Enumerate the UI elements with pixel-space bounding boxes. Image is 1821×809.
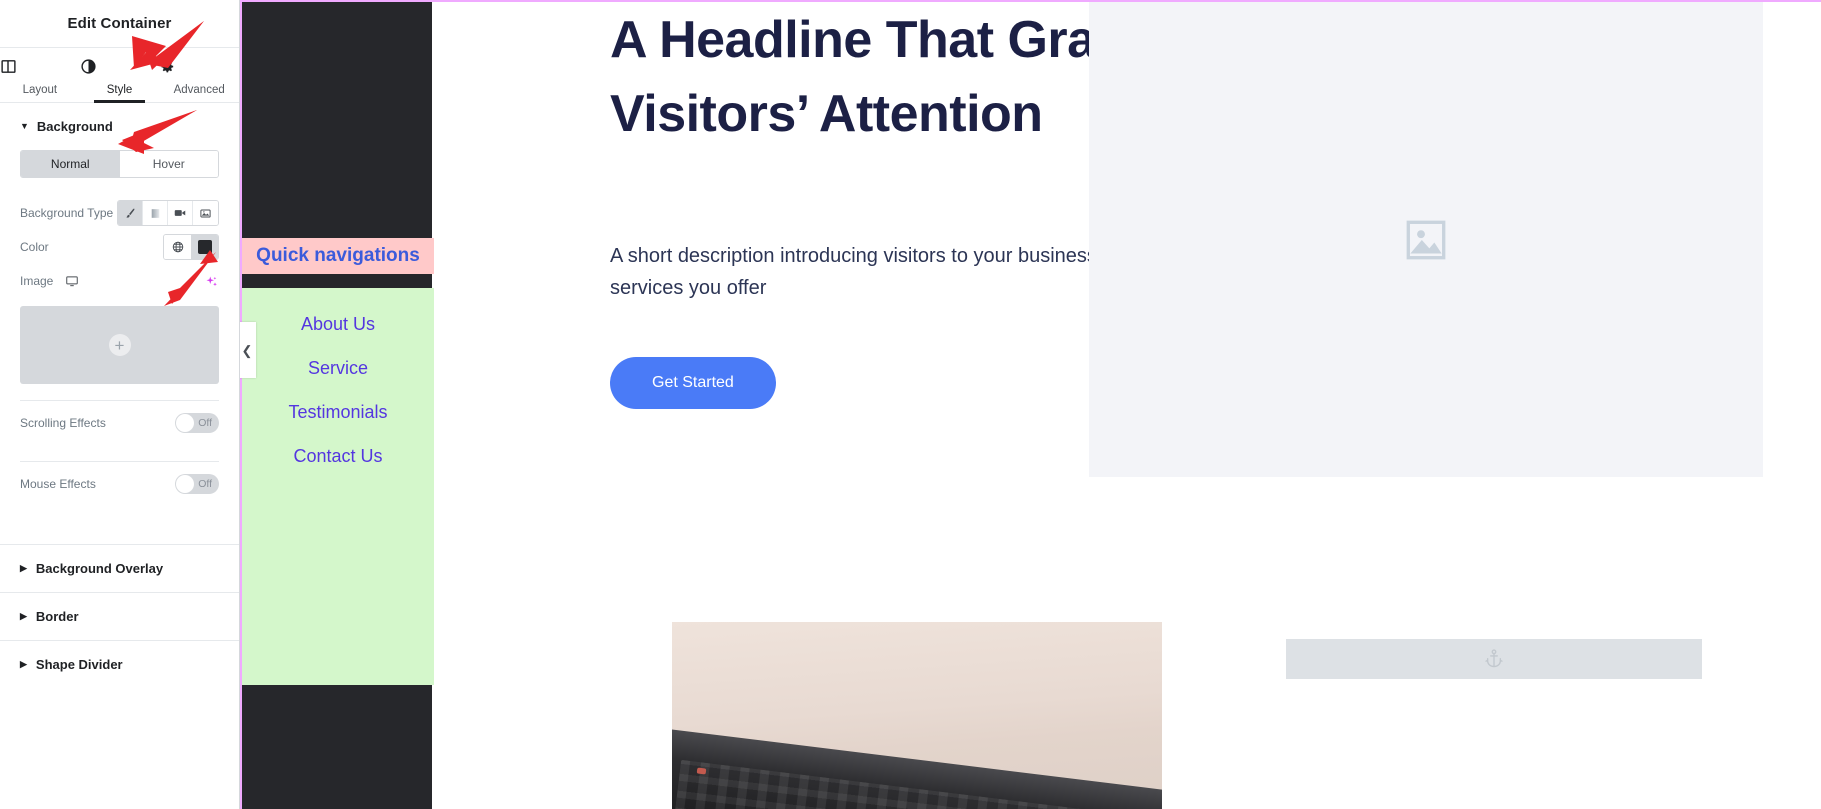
slideshow-icon[interactable] <box>193 201 218 225</box>
section-background-header[interactable]: ▼ Background <box>0 103 239 150</box>
caret-right-icon: ▶ <box>20 611 27 621</box>
nav-link-testimonials[interactable]: Testimonials <box>242 390 434 434</box>
hero-image-placeholder[interactable] <box>1089 2 1763 477</box>
editor-panel: Edit Container Layout Style Advanced ▼ B… <box>0 0 240 809</box>
scrolling-effects-row: Scrolling Effects Off <box>20 401 219 445</box>
color-swatch-chip <box>197 240 212 254</box>
plus-icon: + <box>108 334 131 356</box>
section-background-body: Normal Hover Background Type Color Image… <box>0 150 239 522</box>
quick-navigation-container[interactable]: Quick navigations About Us Service Testi… <box>240 0 434 809</box>
ai-sparkle-icon[interactable] <box>204 274 219 289</box>
screen-root: A Headline That Grabs Visitors’ Attentio… <box>0 0 1821 809</box>
tab-layout-label: Layout <box>22 84 58 96</box>
video-icon[interactable] <box>168 201 193 225</box>
image-placeholder-icon <box>1401 215 1451 265</box>
toggle-knob <box>176 475 194 493</box>
color-row: Color <box>20 230 219 264</box>
page-title: A Headline That Grabs Visitors’ Attentio… <box>610 11 1156 143</box>
section-background-overlay-label: Background Overlay <box>35 561 164 576</box>
toggle-knob <box>176 414 194 432</box>
mouse-effects-state: Off <box>198 478 212 490</box>
panel-header: Edit Container <box>0 0 239 48</box>
image-label: Image <box>20 274 54 288</box>
quick-navigation-link-list: About Us Service Testimonials Contact Us <box>242 288 434 685</box>
cta-button[interactable]: Get Started <box>610 357 776 409</box>
section-shape-divider-label: Shape Divider <box>35 657 123 672</box>
section-background-label: Background <box>36 119 113 134</box>
section-border[interactable]: ▶ Border <box>0 592 239 640</box>
laptop-keyboard-area <box>672 726 1162 809</box>
color-swatch-button[interactable] <box>191 235 218 259</box>
chevron-left-icon: ❮ <box>241 342 253 358</box>
globe-icon[interactable] <box>164 235 191 259</box>
image-dropzone[interactable]: + <box>20 306 219 384</box>
mouse-effects-toggle[interactable]: Off <box>175 474 219 494</box>
background-type-label: Background Type <box>20 206 114 220</box>
laptop-photo[interactable] <box>672 622 1162 809</box>
laptop-indicator-dot <box>696 767 706 775</box>
background-type-row: Background Type <box>20 196 219 230</box>
editing-boundary-top <box>240 0 1821 2</box>
section-border-label: Border <box>35 609 79 624</box>
caret-right-icon: ▶ <box>20 563 27 573</box>
mouse-effects-label: Mouse Effects <box>20 477 96 491</box>
caret-down-icon: ▼ <box>20 121 29 131</box>
state-tab-normal[interactable]: Normal <box>21 151 120 177</box>
tab-style-label: Style <box>106 84 133 96</box>
tab-advanced-label: Advanced <box>173 84 225 96</box>
normal-hover-switch: Normal Hover <box>20 150 219 178</box>
color-label: Color <box>20 240 49 254</box>
nav-link-service[interactable]: Service <box>242 346 434 390</box>
contrast-circle-icon <box>80 58 160 80</box>
classic-brush-icon[interactable] <box>118 201 143 225</box>
anchor-icon <box>1483 648 1505 670</box>
nav-link-contact-us[interactable]: Contact Us <box>242 434 434 478</box>
image-row: Image <box>20 264 219 298</box>
panel-title: Edit Container <box>67 15 172 32</box>
gradient-icon[interactable] <box>143 201 168 225</box>
editor-canvas: A Headline That Grabs Visitors’ Attentio… <box>240 0 1821 809</box>
panel-collapse-handle[interactable]: ❮ <box>238 322 256 378</box>
monitor-icon[interactable] <box>65 274 79 288</box>
section-shape-divider[interactable]: ▶ Shape Divider <box>0 640 239 688</box>
scrolling-effects-toggle[interactable]: Off <box>175 413 219 433</box>
quick-navigation-title: Quick navigations <box>242 238 434 274</box>
mouse-effects-row: Mouse Effects Off <box>20 462 219 506</box>
tab-style[interactable]: Style <box>80 48 160 103</box>
nav-link-about-us[interactable]: About Us <box>242 302 434 346</box>
panel-tab-bar: Layout Style Advanced <box>0 48 239 103</box>
gear-icon <box>159 58 239 80</box>
layout-columns-icon <box>0 58 80 80</box>
scrolling-effects-state: Off <box>198 417 212 429</box>
color-controls <box>163 234 219 260</box>
caret-right-icon: ▶ <box>20 659 27 669</box>
tab-advanced[interactable]: Advanced <box>159 48 239 102</box>
tab-layout[interactable]: Layout <box>0 48 80 102</box>
menu-anchor-widget[interactable] <box>1286 639 1702 679</box>
section-background-overlay[interactable]: ▶ Background Overlay <box>0 544 239 592</box>
scrolling-effects-label: Scrolling Effects <box>20 416 106 430</box>
background-type-options <box>117 200 219 226</box>
state-tab-hover[interactable]: Hover <box>119 151 218 177</box>
